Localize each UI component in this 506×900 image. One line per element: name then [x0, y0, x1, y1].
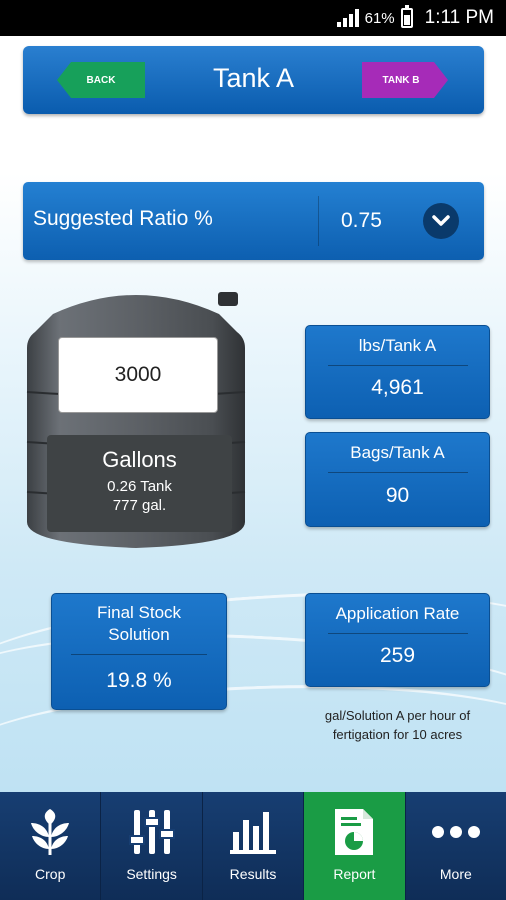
nav-more-label: More: [439, 866, 472, 882]
leaf-icon: [29, 806, 71, 858]
chevron-down-icon[interactable]: [423, 203, 459, 239]
application-rate-value: 259: [379, 644, 416, 667]
nav-crop[interactable]: Crop: [0, 792, 102, 900]
back-button[interactable]: BACK: [57, 62, 145, 98]
bottom-navigation: Crop Settings Results Report More: [0, 792, 506, 900]
card-divider: [327, 365, 468, 366]
nav-crop-label: Crop: [35, 866, 66, 882]
nav-settings-label: Settings: [126, 866, 177, 882]
tank-info-panel: Gallons 0.26 Tank 777 gal.: [47, 435, 232, 532]
card-divider: [327, 633, 468, 634]
application-rate-note: gal/Solution A per hour of fertigation f…: [324, 708, 471, 742]
bags-per-tank-label: Bags/Tank A: [350, 443, 445, 462]
more-icon: [431, 806, 481, 858]
final-stock-solution-label: Final Stock Solution: [96, 603, 182, 644]
sliders-icon: [128, 806, 175, 858]
application-rate-card: Application Rate 259: [305, 593, 490, 687]
final-stock-solution-card: Final Stock Solution 19.8 %: [51, 593, 227, 710]
tank-gallons: 777 gal.: [112, 497, 167, 514]
nav-report-label: Report: [333, 866, 376, 882]
battery-icon: [400, 5, 413, 28]
application-rate-label: Application Rate: [335, 604, 460, 623]
battery-percent: 61%: [364, 9, 395, 27]
lbs-per-tank-label: lbs/Tank A: [358, 336, 437, 355]
nav-results[interactable]: Results: [203, 792, 305, 900]
bags-per-tank-card: Bags/Tank A 90: [305, 432, 490, 527]
card-divider: [71, 654, 207, 655]
final-stock-solution-value: 19.8 %: [106, 669, 172, 692]
lbs-per-tank-card: lbs/Tank A 4,961: [305, 325, 490, 419]
card-divider: [327, 472, 468, 473]
ratio-label: Suggested Ratio %: [33, 207, 213, 230]
status-time: 1:11 PM: [424, 7, 494, 28]
tank-volume-input[interactable]: 3000: [58, 337, 218, 413]
nav-more[interactable]: More: [406, 792, 506, 900]
signal-icon: [336, 9, 359, 27]
ratio-divider: [318, 196, 319, 246]
tank-b-button[interactable]: TANK B: [362, 62, 448, 98]
bar-chart-icon: [230, 806, 277, 858]
suggested-ratio-selector[interactable]: Suggested Ratio % 0.75: [23, 182, 484, 260]
bags-per-tank-value: 90: [385, 484, 410, 507]
nav-settings[interactable]: Settings: [101, 792, 203, 900]
lbs-per-tank-value: 4,961: [371, 376, 424, 399]
status-bar: 61% 1:11 PM: [0, 0, 506, 36]
report-icon: [333, 806, 375, 858]
gallons-label: Gallons: [102, 447, 177, 472]
nav-report[interactable]: Report: [304, 792, 406, 900]
nav-results-label: Results: [229, 866, 277, 882]
ratio-value: 0.75: [341, 209, 382, 232]
tank-fraction: 0.26 Tank: [107, 478, 172, 495]
